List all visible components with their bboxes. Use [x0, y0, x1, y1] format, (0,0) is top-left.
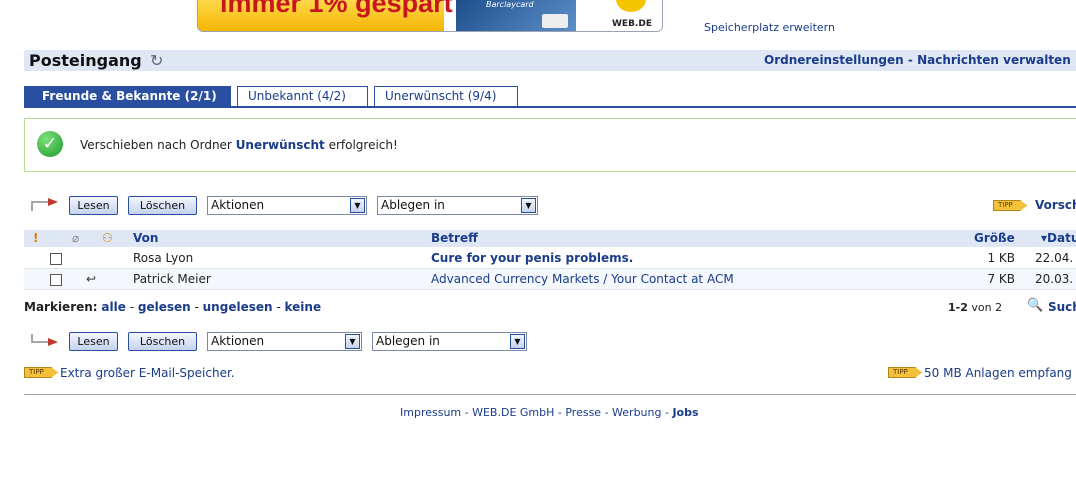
- row-subject[interactable]: Cure for your penis problems.: [431, 251, 633, 265]
- actions-select-value: Aktionen: [211, 334, 265, 348]
- file-in-select[interactable]: Ablegen in ▼: [377, 196, 538, 215]
- page-title: Posteingang: [29, 51, 142, 70]
- file-in-select-value: Ablegen in: [381, 198, 445, 212]
- footer-ads[interactable]: Werbung: [612, 406, 661, 419]
- replied-icon: ↩: [86, 272, 97, 286]
- header-links: Ordnereinstellungen - Nachrichten verwal…: [764, 53, 1071, 67]
- actions-select[interactable]: Aktionen ▼: [207, 196, 367, 215]
- tipp-icon: TIPP: [24, 367, 58, 378]
- row-checkbox[interactable]: [50, 274, 62, 286]
- chevron-down-icon[interactable]: ▼: [345, 334, 360, 349]
- pager-range: 1-2: [948, 301, 968, 314]
- manage-messages-link[interactable]: Nachrichten verwalten: [917, 53, 1071, 67]
- folder-tabs: Freunde & Bekannte (2/1) Unbekannt (4/2)…: [24, 86, 1076, 108]
- footer-sep: -: [601, 406, 613, 419]
- footer-sep: -: [461, 406, 473, 419]
- search-link[interactable]: Such: [1048, 300, 1076, 314]
- row-size: 1 KB: [987, 251, 1015, 265]
- footer-company[interactable]: WEB.DE GmbH: [472, 406, 554, 419]
- table-row[interactable]: Rosa Lyon Cure for your penis problems. …: [24, 248, 1076, 269]
- pager-total: von 2: [967, 301, 1003, 314]
- sun-icon: [616, 0, 646, 12]
- row-size: 7 KB: [987, 272, 1015, 286]
- message-folder: Unerwünscht: [235, 138, 325, 152]
- ad-text: immer 1% gespart: [220, 0, 453, 18]
- tipp-icon: TIPP: [993, 200, 1027, 211]
- message-table-header: ! ⌀ ⚇ Von Betreff Größe ▾Datu: [24, 230, 1076, 247]
- delete-button-bottom[interactable]: Löschen: [128, 332, 197, 351]
- row-subject[interactable]: Advanced Currency Markets / Your Contact…: [431, 272, 734, 286]
- chevron-down-icon[interactable]: ▼: [521, 198, 536, 213]
- tab-unknown[interactable]: Unbekannt (4/2): [237, 86, 368, 106]
- mark-sep: -: [125, 300, 138, 314]
- read-button[interactable]: Lesen: [69, 196, 118, 215]
- contacts-icon[interactable]: ⚇: [102, 231, 113, 245]
- row-checkbox[interactable]: [50, 253, 62, 265]
- row-from: Rosa Lyon: [133, 251, 194, 265]
- ad-left-panel: immer 1% gespart: [198, 0, 453, 31]
- footer-jobs[interactable]: Jobs: [672, 406, 698, 419]
- column-size[interactable]: Größe: [974, 231, 1015, 245]
- chevron-down-icon[interactable]: ▼: [350, 198, 365, 213]
- card-logo-icon: [542, 14, 568, 28]
- checkmark-icon: ✓: [37, 131, 63, 157]
- priority-icon[interactable]: !: [33, 231, 38, 245]
- mark-selection: Markieren: alle - gelesen - ungelesen - …: [24, 300, 321, 314]
- column-subject[interactable]: Betreff: [431, 231, 478, 245]
- refresh-icon[interactable]: ↻: [150, 52, 168, 70]
- divider: [24, 394, 1076, 395]
- preview-link[interactable]: Vorsch: [1035, 198, 1076, 212]
- success-text: Verschieben nach Ordner Unerwünscht erfo…: [80, 138, 398, 152]
- read-button-bottom[interactable]: Lesen: [69, 332, 118, 351]
- folder-header: Posteingang ↻ Ordnereinstellungen - Nach…: [24, 50, 1076, 71]
- credit-card-image: Barclaycard: [456, 0, 576, 31]
- actions-select-bottom[interactable]: Aktionen ▼: [207, 332, 362, 351]
- message-suffix: erfolgreich!: [324, 138, 398, 152]
- folder-settings-link[interactable]: Ordnereinstellungen: [764, 53, 904, 67]
- ad-banner[interactable]: immer 1% gespart Barclaycard WEB.DE: [197, 0, 663, 32]
- row-date: 20.03.: [1035, 272, 1074, 286]
- tab-friends[interactable]: Freunde & Bekannte (2/1): [24, 86, 231, 106]
- logo-text: WEB.DE: [612, 19, 652, 29]
- delete-button[interactable]: Löschen: [128, 196, 197, 215]
- actions-select-value: Aktionen: [211, 198, 265, 212]
- storage-upgrade-link[interactable]: Speicherplatz erweitern: [704, 21, 835, 34]
- mark-none-link[interactable]: keine: [285, 300, 322, 314]
- footer: Impressum - WEB.DE GmbH - Presse - Werbu…: [400, 406, 699, 419]
- footer-press[interactable]: Presse: [565, 406, 601, 419]
- mark-label: Markieren:: [24, 300, 98, 314]
- arrow-up-right-icon: [31, 334, 58, 346]
- message-prefix: Verschieben nach Ordner: [80, 138, 236, 152]
- footer-impressum[interactable]: Impressum: [400, 406, 461, 419]
- tip-attachments-link[interactable]: 50 MB Anlagen empfang: [924, 366, 1072, 380]
- pager: 1-2 von 2: [948, 301, 1002, 314]
- row-from: Patrick Meier: [133, 272, 211, 286]
- arrow-down-right-icon: [31, 198, 58, 211]
- column-from[interactable]: Von: [133, 231, 158, 245]
- mark-sep: -: [190, 300, 203, 314]
- tab-unwanted[interactable]: Unerwünscht (9/4): [374, 86, 518, 106]
- mark-read-link[interactable]: gelesen: [138, 300, 191, 314]
- row-date: 22.04.: [1035, 251, 1074, 265]
- chevron-down-icon[interactable]: ▼: [510, 334, 525, 349]
- tip-storage-link[interactable]: Extra großer E-Mail-Speicher.: [60, 366, 235, 380]
- mark-all-link[interactable]: alle: [101, 300, 125, 314]
- search-icon[interactable]: 🔍: [1027, 298, 1043, 314]
- column-date[interactable]: ▾Datu: [1041, 231, 1076, 245]
- mark-unread-link[interactable]: ungelesen: [203, 300, 273, 314]
- success-message: ✓ Verschieben nach Ordner Unerwünscht er…: [24, 118, 1076, 172]
- footer-sep: -: [554, 406, 566, 419]
- mark-sep: -: [272, 300, 285, 314]
- footer-sep: -: [661, 406, 673, 419]
- file-in-select-bottom[interactable]: Ablegen in ▼: [372, 332, 527, 351]
- card-brand-text: Barclaycard: [486, 0, 534, 9]
- file-in-select-value: Ablegen in: [376, 334, 440, 348]
- table-row[interactable]: ↩ Patrick Meier Advanced Currency Market…: [24, 269, 1076, 290]
- webde-logo: WEB.DE: [598, 0, 662, 31]
- header-separator: -: [903, 53, 918, 67]
- tipp-icon: TIPP: [888, 367, 922, 378]
- attachment-icon[interactable]: ⌀: [72, 231, 79, 245]
